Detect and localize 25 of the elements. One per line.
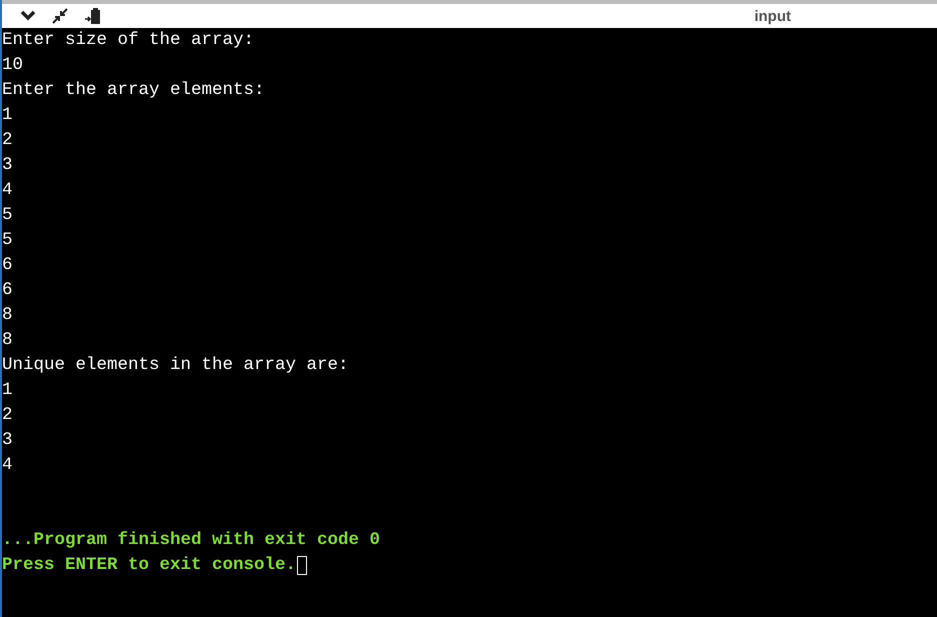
console-line: 1 [2, 379, 14, 402]
panel-title: input [754, 8, 791, 24]
exit-message: ...Program finished with exit code 0 [2, 529, 380, 552]
console-line: 5 [2, 204, 14, 227]
clipboard-icon [84, 7, 102, 25]
console-line: 8 [2, 329, 14, 352]
console-line: 10 [2, 54, 24, 77]
arrows-inward-icon [52, 8, 68, 24]
console-line: 6 [2, 254, 14, 277]
console-line: 6 [2, 279, 14, 302]
console-line: Enter size of the array: [2, 29, 256, 52]
exit-message: Press ENTER to exit console. [2, 554, 296, 577]
console-line: 2 [2, 129, 14, 152]
console-line: 1 [2, 104, 14, 127]
chevron-down-icon [20, 10, 36, 22]
console-line: 2 [2, 404, 14, 427]
text-cursor [297, 556, 308, 575]
console-line: 5 [2, 229, 14, 252]
console-line: 4 [2, 179, 14, 202]
console-line: 3 [2, 154, 14, 177]
console-line: Unique elements in the array are: [2, 354, 350, 377]
console-line: Enter the array elements: [2, 79, 266, 102]
console-line: 8 [2, 304, 14, 327]
console-line: 3 [2, 429, 14, 452]
console-line: 4 [2, 454, 14, 477]
